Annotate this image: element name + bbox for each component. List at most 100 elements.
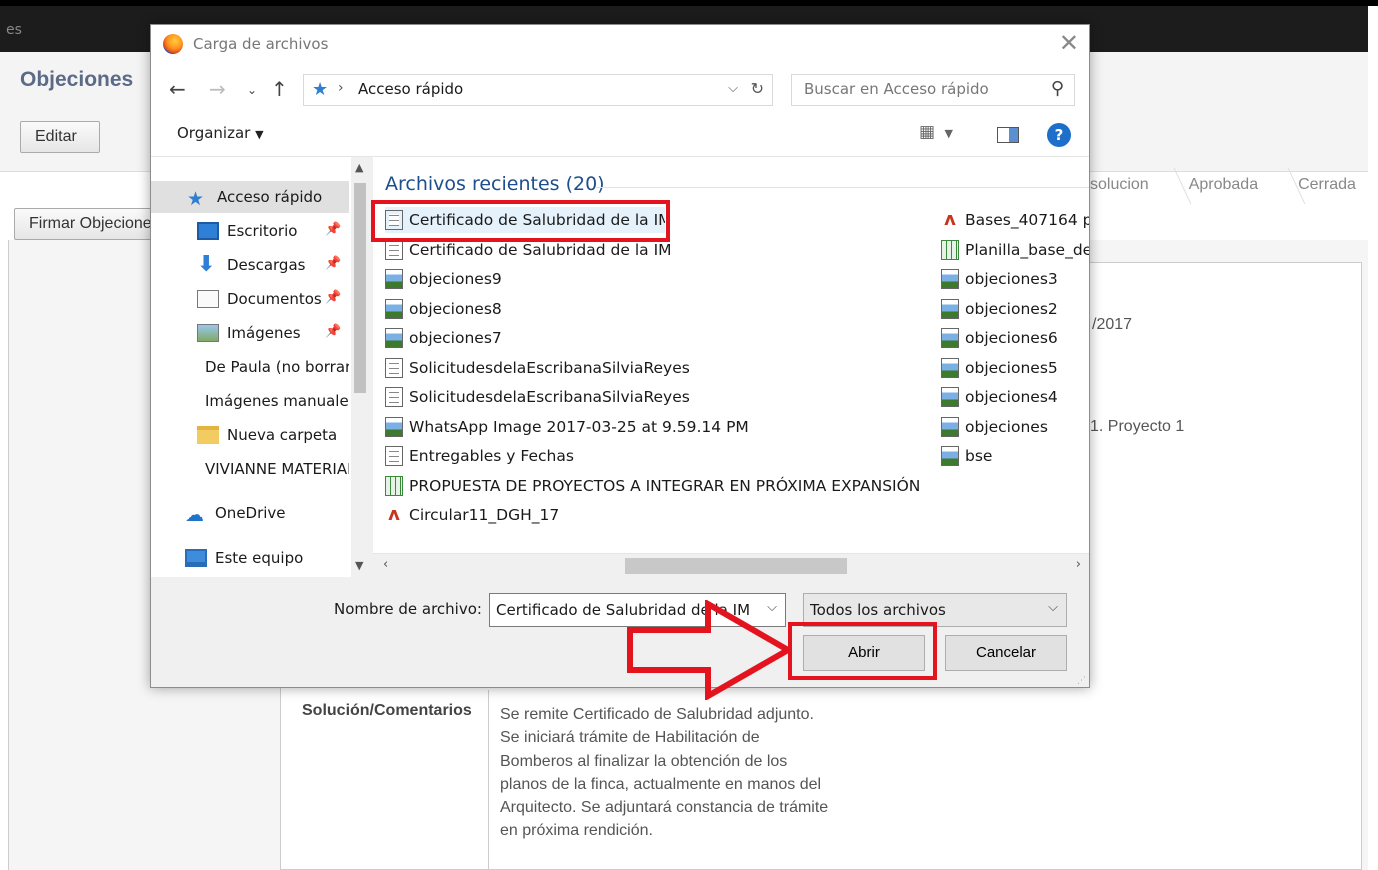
up-arrow-icon[interactable]: ↑: [271, 77, 288, 101]
pin-icon: 📌: [325, 290, 342, 305]
resize-grip-icon[interactable]: ⋰: [1077, 676, 1086, 686]
file-item-left-3[interactable]: objeciones8: [385, 296, 925, 322]
image-file-icon: [385, 328, 403, 348]
pdf-file-icon: ᴧ: [388, 504, 400, 525]
nav-item-documents[interactable]: Documentos: [197, 286, 323, 312]
forward-arrow-icon[interactable]: →: [209, 77, 226, 101]
text-file-icon: [385, 358, 403, 378]
file-item-right-8[interactable]: bse: [941, 443, 1089, 469]
search-icon: ⚲: [1050, 78, 1064, 99]
refresh-icon[interactable]: ↻: [751, 79, 764, 98]
pin-icon: 📌: [325, 222, 342, 237]
file-item-right-2[interactable]: objeciones3: [941, 266, 1089, 292]
status-steps: solucion Aprobada Cerrada: [1090, 168, 1378, 204]
file-item-left-7[interactable]: WhatsApp Image 2017-03-25 at 9.59.14 PM: [385, 414, 925, 440]
folder-icon: [197, 426, 219, 444]
file-name: bse: [965, 447, 993, 465]
image-file-icon: [941, 387, 959, 407]
file-upload-dialog: Carga de archivos ✕ ← → ⌄ ↑ ★ › Acceso r…: [150, 24, 1090, 688]
change-view-icon[interactable]: ▦ ▼: [919, 122, 955, 142]
project-value: 1. Proyecto 1: [1090, 418, 1185, 435]
back-arrow-icon[interactable]: ←: [169, 77, 186, 101]
dialog-toolbar: Organizar ▼ ▦ ▼ ?: [151, 111, 1089, 157]
close-icon[interactable]: ✕: [1059, 29, 1079, 57]
nav-item-this-pc[interactable]: Este equipo: [185, 545, 349, 571]
chevron-down-icon: ▼: [255, 128, 264, 141]
search-input[interactable]: Buscar en Acceso rápido ⚲: [791, 74, 1075, 106]
spreadsheet-file-icon: [941, 240, 959, 260]
file-name: Entregables y Fechas: [409, 447, 574, 465]
nav-item-pictures[interactable]: Imágenes: [197, 320, 323, 346]
file-item-left-6[interactable]: SolicitudesdelaEscribanaSilviaReyes: [385, 384, 925, 410]
file-item-right-3[interactable]: objeciones2: [941, 296, 1089, 322]
documents-icon: [197, 290, 219, 308]
pin-icon: 📌: [325, 324, 342, 339]
file-item-left-9[interactable]: PROPUESTA DE PROYECTOS A INTEGRAR EN PRÓ…: [385, 473, 945, 499]
step-solucion[interactable]: solucion: [1090, 168, 1175, 204]
address-bar[interactable]: ★ › Acceso rápido ⌵ ↻: [303, 74, 773, 106]
file-item-left-2[interactable]: objeciones9: [385, 266, 925, 292]
nav-scrollbar[interactable]: ▲ ▼: [351, 157, 369, 577]
nav-item-downloads[interactable]: ⬇ Descargas: [197, 252, 323, 278]
step-aprobada[interactable]: Aprobada: [1175, 168, 1284, 204]
quick-access-star-icon: ★: [312, 79, 329, 100]
file-item-right-6[interactable]: objeciones4: [941, 384, 1089, 410]
highlight-box-open-button: [788, 622, 937, 680]
onedrive-icon: ☁: [185, 504, 204, 526]
nav-item-folder-vivianne[interactable]: VIVIANNE MATERIALES: [197, 456, 349, 482]
nav-item-desktop[interactable]: Escritorio: [197, 218, 323, 244]
file-item-right-7[interactable]: objeciones: [941, 414, 1089, 440]
file-name: WhatsApp Image 2017-03-25 at 9.59.14 PM: [409, 418, 749, 436]
help-icon[interactable]: ?: [1047, 123, 1071, 147]
comments-text: Se remite Certificado de Salubridad adju…: [500, 706, 829, 840]
preview-pane-icon[interactable]: [997, 127, 1019, 143]
breadcrumb-chevron-icon[interactable]: ›: [338, 80, 344, 96]
recent-files-header[interactable]: Archivos recientes (20): [385, 173, 605, 195]
scroll-down-icon[interactable]: ▼: [355, 559, 363, 572]
file-item-right-4[interactable]: objeciones6: [941, 325, 1089, 351]
file-type-value: Todos los archivos: [810, 601, 946, 619]
nav-item-label: Este equipo: [215, 549, 304, 567]
address-location[interactable]: Acceso rápido: [358, 80, 463, 98]
screen-top-edge: [0, 0, 1378, 6]
nav-item-label: Imágenes manuales: [205, 392, 349, 410]
nav-scroll-thumb[interactable]: [354, 183, 366, 393]
file-item-left-5[interactable]: SolicitudesdelaEscribanaSilviaReyes: [385, 355, 925, 381]
step-cerrada[interactable]: Cerrada: [1284, 168, 1378, 204]
nav-item-folder-imagenes-manuales[interactable]: Imágenes manuales: [197, 388, 349, 414]
scroll-left-icon[interactable]: ‹: [383, 557, 388, 572]
dialog-footer: Nombre de archivo: Certificado de Salubr…: [151, 577, 1089, 689]
horizontal-scroll-thumb[interactable]: [625, 558, 847, 574]
nav-item-folder-nueva-carpeta[interactable]: Nueva carpeta: [197, 422, 349, 448]
address-row: ← → ⌄ ↑ ★ › Acceso rápido ⌵ ↻ Buscar en …: [151, 65, 1089, 111]
pin-icon: 📌: [325, 256, 342, 271]
image-file-icon: [941, 299, 959, 319]
cancel-button[interactable]: Cancelar: [945, 635, 1067, 671]
file-item-left-4[interactable]: objeciones7: [385, 325, 925, 351]
file-item-left-8[interactable]: Entregables y Fechas: [385, 443, 925, 469]
page-title: Objeciones: [20, 68, 134, 91]
nav-item-onedrive[interactable]: ☁ OneDrive: [185, 500, 349, 526]
sign-objections-button[interactable]: Firmar Objeciones: [14, 208, 164, 240]
scroll-up-icon[interactable]: ▲: [355, 161, 363, 174]
scroll-right-icon[interactable]: ›: [1076, 557, 1081, 572]
spreadsheet-file-icon: [385, 476, 403, 496]
nav-item-label: Descargas: [227, 256, 306, 274]
file-item-right-0[interactable]: ᴧ Bases_407164 pri: [941, 207, 1089, 233]
horizontal-scrollbar[interactable]: ‹ ›: [373, 553, 1089, 577]
image-file-icon: [941, 328, 959, 348]
nav-item-label: OneDrive: [215, 504, 286, 522]
organize-menu-button[interactable]: Organizar ▼: [177, 124, 264, 142]
file-item-right-5[interactable]: objeciones5: [941, 355, 1089, 381]
address-dropdown-icon[interactable]: ⌵: [728, 81, 738, 96]
dialog-title: Carga de archivos: [193, 35, 329, 53]
nav-item-label: Imágenes: [227, 324, 301, 342]
nav-item-quick-access[interactable]: ★ Acceso rápido: [187, 184, 351, 210]
computer-icon: [185, 549, 207, 567]
file-item-left-10[interactable]: ᴧ Circular11_DGH_17: [385, 502, 925, 528]
file-item-right-1[interactable]: Planilla_base_de_: [941, 237, 1089, 263]
edit-button[interactable]: Editar: [20, 121, 100, 153]
firefox-icon: [163, 34, 183, 54]
recent-locations-chevron-icon[interactable]: ⌄: [247, 83, 257, 97]
nav-item-folder-de-paula[interactable]: De Paula (no borrar): [197, 354, 349, 380]
